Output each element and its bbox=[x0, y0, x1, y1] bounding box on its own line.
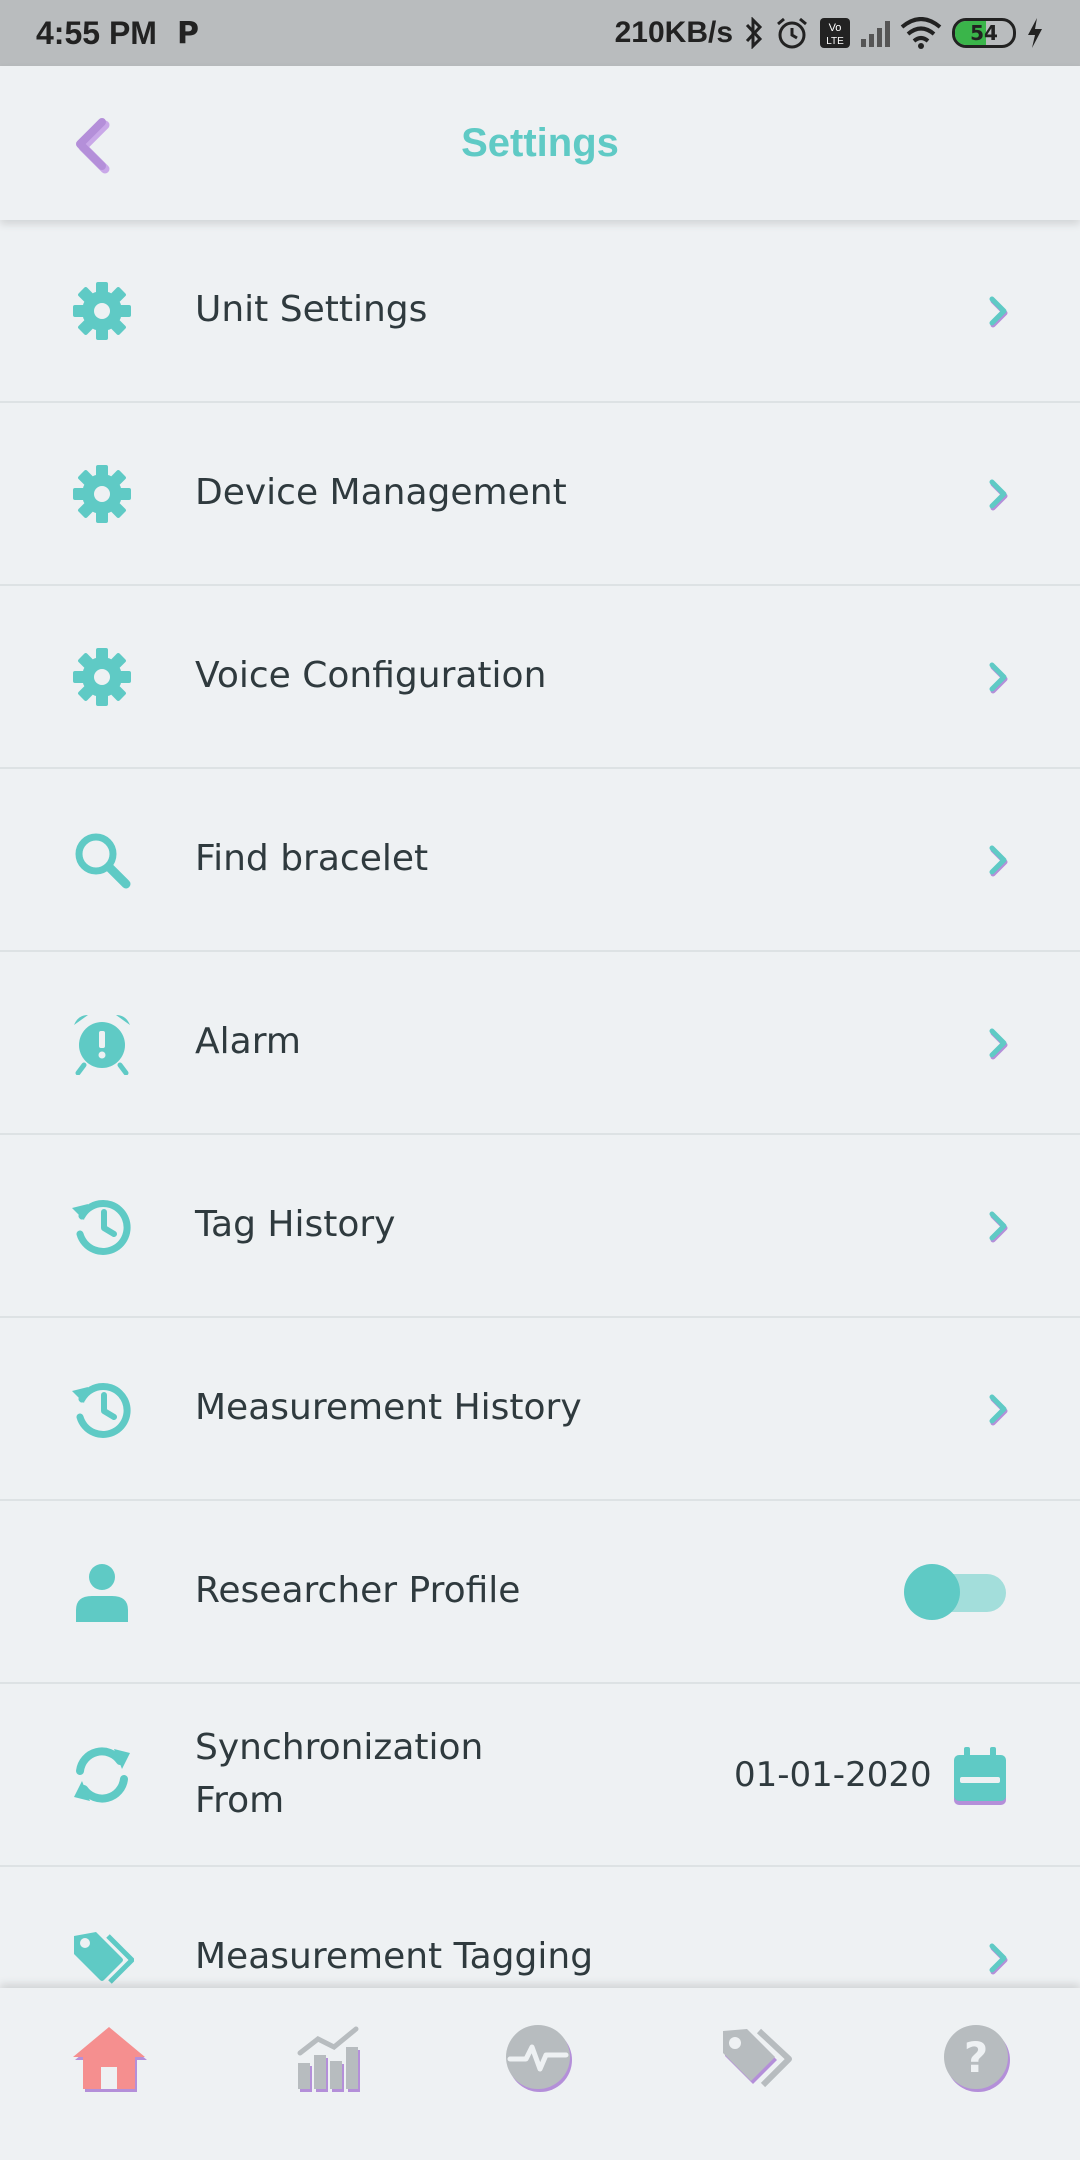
settings-item-label: Tag History bbox=[195, 1204, 396, 1246]
settings-item-device-management[interactable]: Device Management bbox=[0, 403, 1080, 586]
history-icon bbox=[72, 1199, 131, 1255]
settings-item-tag-history[interactable]: Tag History bbox=[0, 1135, 1080, 1318]
wifi-icon bbox=[900, 17, 942, 49]
settings-list: Unit Settings Device Management Voice Co… bbox=[0, 220, 1080, 2050]
nav-statistics[interactable] bbox=[284, 2018, 374, 2098]
battery-level: 54 bbox=[970, 21, 998, 45]
settings-item-measurement-history[interactable]: Measurement History bbox=[0, 1318, 1080, 1501]
sync-date-value[interactable]: 01-01-2020 bbox=[734, 1755, 932, 1795]
settings-item-label: Find bracelet bbox=[195, 838, 429, 880]
gear-icon bbox=[73, 647, 131, 706]
researcher-profile-toggle[interactable] bbox=[904, 1563, 1006, 1620]
status-icons: 210KB/s Vo LTE 54 bbox=[615, 16, 1044, 50]
person-icon bbox=[76, 1563, 128, 1622]
chevron-right-icon bbox=[989, 1943, 1008, 1974]
net-speed: 210KB/s bbox=[614, 16, 733, 49]
page-title: Settings bbox=[461, 120, 619, 165]
status-time: 4:55 PM bbox=[36, 14, 157, 51]
chevron-right-icon bbox=[989, 479, 1008, 510]
signal-icon bbox=[861, 19, 890, 47]
settings-item-find-bracelet[interactable]: Find bracelet bbox=[0, 769, 1080, 952]
chevron-right-icon bbox=[989, 1211, 1008, 1242]
bluetooth-icon bbox=[745, 17, 763, 49]
chevron-right-icon bbox=[989, 1028, 1008, 1059]
tags-icon bbox=[723, 2028, 792, 2088]
status-bar: 4:55 PM P 210KB/s Vo LTE 54 bbox=[0, 0, 1080, 66]
chevron-right-icon bbox=[989, 662, 1008, 693]
gear-icon bbox=[73, 464, 131, 523]
settings-item-label: Unit Settings bbox=[195, 289, 428, 331]
bottom-nav: ? bbox=[0, 1988, 1080, 2160]
home-icon bbox=[73, 2027, 147, 2092]
tag-icon bbox=[74, 1931, 134, 1984]
settings-item-label: Synchronization From bbox=[195, 1722, 483, 1826]
heartbeat-icon bbox=[506, 2025, 572, 2092]
app-header: Settings bbox=[0, 66, 1080, 220]
charging-icon bbox=[1028, 18, 1042, 48]
bar-chart-icon bbox=[297, 2026, 360, 2092]
settings-item-label: Voice Configuration bbox=[195, 655, 547, 697]
svg-text:LTE: LTE bbox=[826, 36, 844, 47]
alarm-clock-icon bbox=[74, 1014, 130, 1075]
settings-item-voice-configuration[interactable]: Voice Configuration bbox=[0, 586, 1080, 769]
settings-item-unit-settings[interactable]: Unit Settings bbox=[0, 220, 1080, 403]
alarm-icon bbox=[777, 17, 807, 49]
settings-item-alarm[interactable]: Alarm bbox=[0, 952, 1080, 1135]
gear-icon bbox=[73, 281, 131, 340]
nav-measurement[interactable] bbox=[494, 2018, 584, 2098]
settings-item-synchronization-from: Synchronization From 01-01-2020 bbox=[0, 1684, 1080, 1867]
nav-tags[interactable] bbox=[714, 2018, 804, 2098]
chevron-right-icon bbox=[989, 1394, 1008, 1425]
volte-icon: Vo LTE bbox=[820, 18, 850, 48]
nav-help[interactable]: ? bbox=[932, 2018, 1022, 2098]
sync-icon bbox=[74, 1747, 130, 1802]
p-glyph-icon: P bbox=[176, 15, 199, 51]
history-icon bbox=[72, 1382, 131, 1438]
chevron-right-icon bbox=[989, 296, 1008, 327]
svg-text:Vo: Vo bbox=[829, 22, 842, 34]
chevron-right-icon bbox=[989, 845, 1008, 876]
search-icon bbox=[75, 833, 131, 888]
sync-label-line1: Synchronization bbox=[195, 1727, 484, 1769]
help-icon: ? bbox=[944, 2025, 1010, 2092]
nav-home[interactable] bbox=[64, 2018, 154, 2098]
settings-item-label: Device Management bbox=[195, 472, 567, 514]
settings-item-label: Researcher Profile bbox=[195, 1570, 521, 1612]
chevron-left-icon[interactable] bbox=[64, 112, 124, 176]
svg-text:?: ? bbox=[964, 2033, 988, 2082]
calendar-icon[interactable] bbox=[952, 1745, 1008, 1805]
settings-item-label: Measurement Tagging bbox=[195, 1936, 594, 1978]
battery-icon: 54 bbox=[952, 18, 1016, 48]
sync-label-line2: From bbox=[195, 1779, 285, 1821]
settings-item-researcher-profile: Researcher Profile bbox=[0, 1501, 1080, 1684]
settings-item-label: Alarm bbox=[195, 1021, 301, 1063]
settings-item-label: Measurement History bbox=[195, 1387, 582, 1429]
